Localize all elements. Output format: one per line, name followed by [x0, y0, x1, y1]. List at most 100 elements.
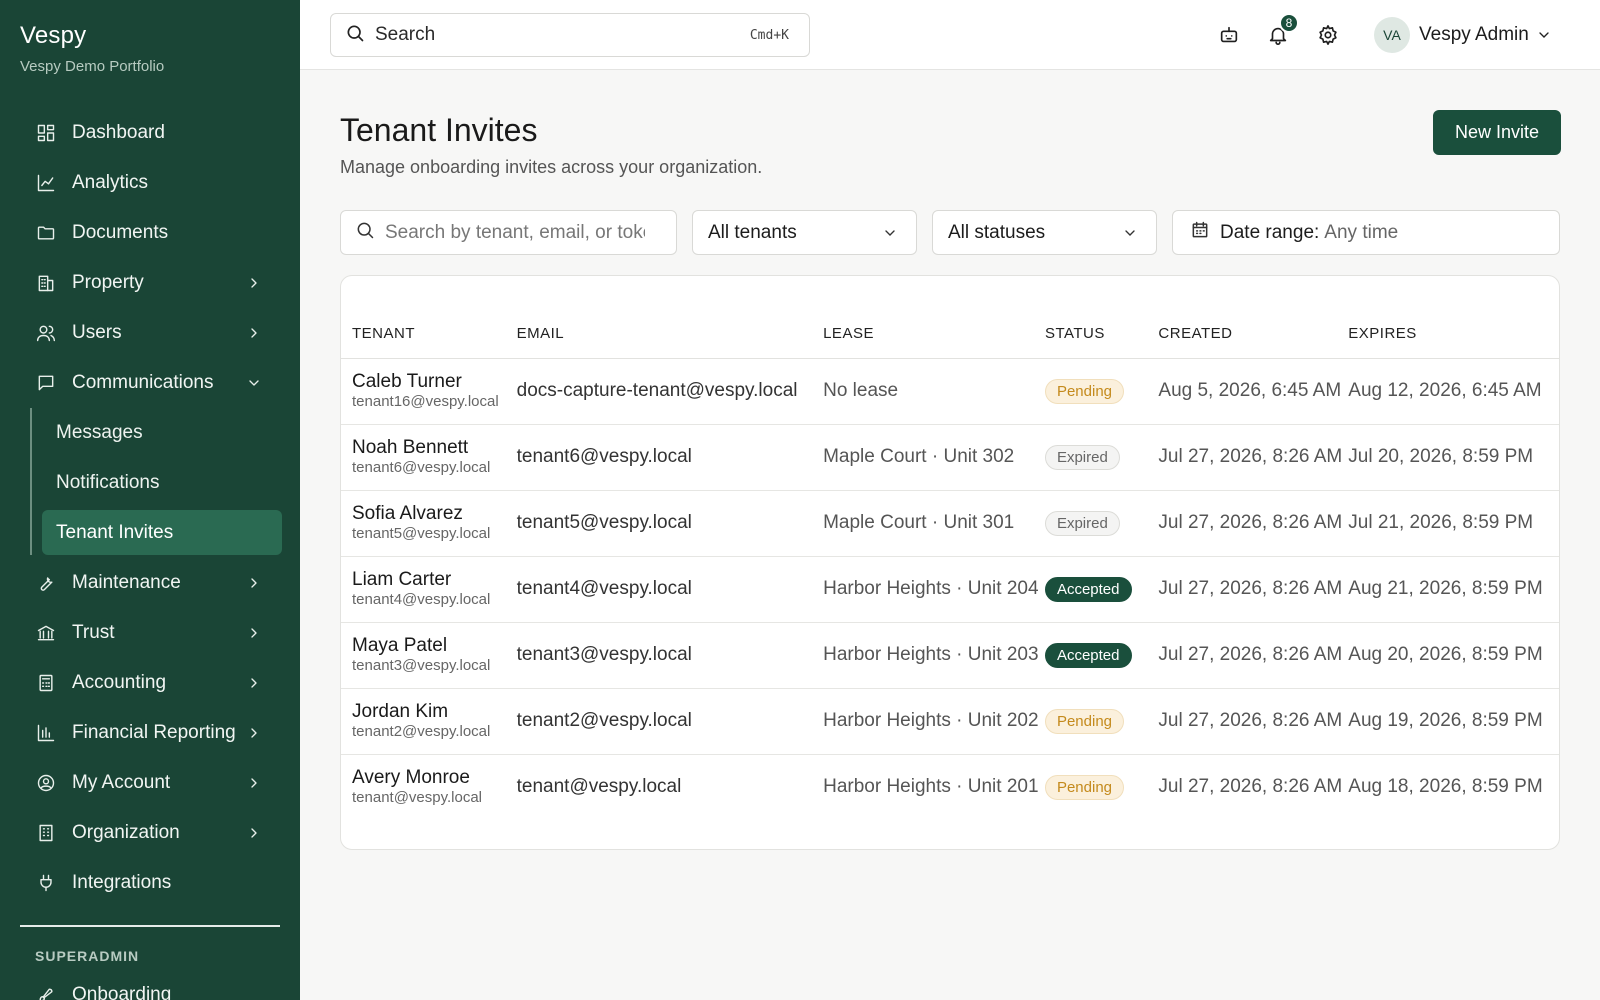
tenant-cell: Maya Patel tenant3@vespy.local	[341, 622, 517, 688]
sidebar-item-dashboard[interactable]: Dashboard	[0, 108, 300, 158]
tenant-name: Avery Monroe	[352, 767, 470, 789]
sidebar-item-property[interactable]: Property	[0, 258, 300, 308]
status-cell: Pending	[1044, 688, 1158, 754]
sidebar-item-accounting[interactable]: Accounting	[0, 658, 300, 708]
expires-cell: Aug 21, 2026, 8:59 PM	[1348, 578, 1543, 599]
status-badge: Pending	[1044, 774, 1125, 800]
tenant-sub-email: tenant6@vespy.local	[352, 459, 491, 476]
email-cell: tenant@vespy.local	[516, 776, 682, 798]
table-row[interactable]: Avery Monroe tenant@vespy.local tenant@v…	[341, 754, 1559, 820]
chevron-right-icon	[246, 775, 262, 791]
status-cell: Accepted	[1044, 556, 1158, 622]
status-cell: Pending	[1044, 754, 1158, 820]
dashboard-icon	[36, 123, 56, 143]
column-header-email[interactable]: EMAIL	[516, 276, 824, 359]
top-bar: Search Cmd+K 8 VA Vespy Admin	[300, 0, 1600, 70]
status-badge: Pending	[1044, 708, 1125, 734]
chevron-down-icon	[246, 375, 262, 391]
email-cell: docs-capture-tenant@vespy.local	[516, 380, 798, 401]
tenant-name: Jordan Kim	[352, 701, 449, 722]
avatar[interactable]: VA	[1374, 17, 1410, 53]
tenant-select[interactable]: All tenants	[692, 210, 917, 255]
table-row[interactable]: Maya Patel tenant3@vespy.local tenant3@v…	[341, 622, 1559, 688]
column-header-created[interactable]: CREATED	[1158, 276, 1349, 359]
expires-cell: Jul 21, 2026, 8:59 PM	[1348, 512, 1534, 533]
invites-table: TENANT EMAIL LEASE STATUS CREATED EXPIRE…	[341, 276, 1559, 820]
lease-cell: Harbor Heights · Unit 202	[823, 710, 1039, 731]
lease-cell: Harbor Heights · Unit 203	[823, 644, 1039, 665]
sidebar-item-organization[interactable]: Organization	[0, 808, 300, 858]
tenant-sub-email: tenant5@vespy.local	[352, 525, 491, 542]
sidebar-nav: Dashboard Analytics Documents Property U…	[0, 108, 300, 908]
user-menu-chevron[interactable]	[1536, 27, 1552, 43]
user-name[interactable]: Vespy Admin	[1419, 24, 1529, 46]
tenant-sub-email: tenant3@vespy.local	[352, 657, 491, 674]
table-row[interactable]: Noah Bennett tenant6@vespy.local tenant6…	[341, 424, 1559, 490]
sidebar-item-label: Communications	[72, 372, 214, 393]
tenant-name: Liam Carter	[352, 569, 452, 590]
sidebar-item-tenant-invites[interactable]: Tenant Invites	[42, 510, 282, 555]
sidebar-item-documents[interactable]: Documents	[0, 208, 300, 258]
sidebar-item-analytics[interactable]: Analytics	[0, 158, 300, 208]
chevron-right-icon	[246, 675, 262, 691]
sidebar-item-onboarding[interactable]: Onboarding	[0, 970, 300, 1000]
created-cell: Jul 27, 2026, 8:26 AM	[1158, 512, 1343, 533]
bot-icon	[1218, 26, 1240, 50]
settings-button[interactable]	[1317, 24, 1339, 46]
sidebar-item-communications[interactable]: Communications	[0, 358, 300, 408]
sidebar-item-label: Dashboard	[72, 122, 165, 143]
column-header-lease[interactable]: LEASE	[823, 276, 1045, 359]
notifications-button[interactable]: 8	[1267, 13, 1299, 46]
lease-cell: Maple Court · Unit 302	[823, 446, 1015, 467]
date-range-picker[interactable]: Date range: Any time	[1172, 210, 1560, 255]
communications-subnav: Messages Notifications Tenant Invites	[30, 408, 300, 555]
sidebar-item-users[interactable]: Users	[0, 308, 300, 358]
tenant-sub-email: tenant2@vespy.local	[352, 723, 491, 740]
status-cell: Expired	[1044, 424, 1158, 490]
sidebar-item-label: Organization	[72, 822, 180, 843]
bell-icon	[1267, 27, 1289, 50]
tenant-sub-email: tenant4@vespy.local	[352, 591, 491, 608]
sidebar-item-notifications[interactable]: Notifications	[42, 458, 282, 508]
created-cell: Jul 27, 2026, 8:26 AM	[1158, 710, 1343, 731]
expires-cell: Aug 18, 2026, 8:59 PM	[1348, 776, 1543, 798]
rocket-icon	[36, 985, 56, 1000]
sidebar-item-maintenance[interactable]: Maintenance	[0, 558, 300, 608]
sidebar-item-integrations[interactable]: Integrations	[0, 858, 300, 908]
column-header-status[interactable]: STATUS	[1044, 276, 1159, 359]
table-header-row: TENANT EMAIL LEASE STATUS CREATED EXPIRE…	[341, 276, 1559, 359]
tenant-name: Caleb Turner	[352, 371, 462, 392]
chevron-down-icon	[1122, 225, 1138, 241]
status-badge: Accepted	[1044, 576, 1132, 602]
chart-line-icon	[36, 173, 56, 193]
gear-icon	[1317, 25, 1339, 50]
column-header-expires[interactable]: EXPIRES	[1348, 276, 1559, 359]
email-cell: tenant2@vespy.local	[516, 710, 692, 731]
building-icon	[36, 273, 56, 293]
sidebar-item-label: Onboarding	[72, 984, 172, 1000]
email-cell: tenant4@vespy.local	[516, 578, 692, 599]
sidebar-item-trust[interactable]: Trust	[0, 608, 300, 658]
created-cell: Aug 5, 2026, 6:45 AM	[1158, 380, 1342, 401]
sidebar-item-financial-reporting[interactable]: Financial Reporting	[0, 708, 300, 758]
table-row[interactable]: Sofia Alvarez tenant5@vespy.local tenant…	[341, 490, 1559, 556]
chevron-right-icon	[246, 625, 262, 641]
sidebar-item-messages[interactable]: Messages	[42, 408, 282, 458]
status-select[interactable]: All statuses	[932, 210, 1157, 255]
sidebar-item-my-account[interactable]: My Account	[0, 758, 300, 808]
table-row[interactable]: Caleb Turner tenant16@vespy.local docs-c…	[341, 358, 1559, 424]
notification-count-badge: 8	[1279, 13, 1299, 33]
tenant-name: Noah Bennett	[352, 437, 469, 458]
bot-button[interactable]	[1218, 24, 1240, 46]
global-search-input[interactable]: Search Cmd+K	[330, 13, 810, 57]
status-select-value: All statuses	[948, 221, 1046, 243]
new-invite-button[interactable]: New Invite	[1433, 110, 1561, 155]
sidebar-item-label: Integrations	[72, 872, 172, 893]
page-title: Tenant Invites	[340, 112, 538, 148]
calendar-icon	[1190, 220, 1210, 246]
table-row[interactable]: Jordan Kim tenant2@vespy.local tenant2@v…	[341, 688, 1559, 754]
column-header-tenant[interactable]: TENANT	[341, 276, 517, 359]
sidebar: Vespy Vespy Demo Portfolio Dashboard Ana…	[0, 0, 300, 1000]
invite-search-input[interactable]	[385, 221, 645, 244]
table-row[interactable]: Liam Carter tenant4@vespy.local tenant4@…	[341, 556, 1559, 622]
